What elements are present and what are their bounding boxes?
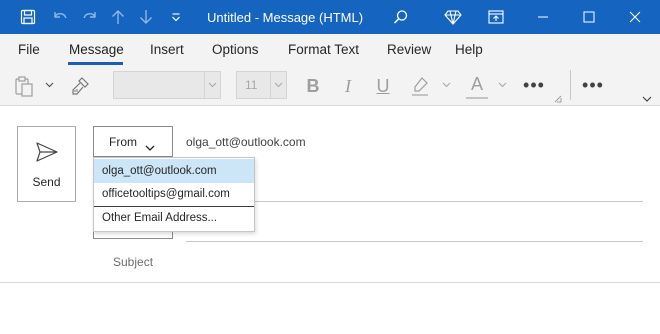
font-name-combo[interactable] [113, 71, 221, 99]
chevron-down-icon [145, 139, 155, 157]
more-commands-button[interactable]: ••• [519, 74, 549, 96]
cc-field-underline [186, 241, 643, 242]
send-button[interactable]: Send [17, 126, 76, 202]
search-icon[interactable] [389, 0, 413, 34]
from-dropdown-menu: olga_ott@outlook.com officetooltips@gmai… [93, 157, 255, 232]
font-color-chevron-icon[interactable] [496, 79, 508, 91]
ribbon: 11 B I U A ••• ••• [0, 66, 660, 106]
restore-window-icon[interactable] [484, 0, 508, 34]
subject-underline [0, 282, 660, 283]
tab-message[interactable]: Message [69, 42, 124, 57]
dropdown-item-gmail[interactable]: officetooltips@gmail.com [94, 182, 254, 206]
dialog-launcher-icon[interactable] [553, 94, 563, 104]
subject-label: Subject [113, 255, 154, 269]
ribbon-separator [570, 70, 571, 100]
dropdown-item-outlook[interactable]: olga_ott@outlook.com [94, 159, 254, 183]
from-address: olga_ott@outlook.com [186, 135, 306, 149]
premium-diamond-icon[interactable] [441, 0, 465, 34]
maximize-icon[interactable] [569, 0, 609, 34]
font-size-value: 11 [245, 78, 258, 92]
from-label: From [109, 135, 137, 149]
arrow-up-icon[interactable] [106, 0, 130, 34]
tab-options[interactable]: Options [212, 42, 259, 57]
from-button[interactable]: From [93, 126, 173, 157]
arrow-down-icon[interactable] [134, 0, 158, 34]
tab-review[interactable]: Review [387, 42, 431, 57]
dropdown-item-other-address[interactable]: Other Email Address... [94, 206, 254, 230]
tab-help[interactable]: Help [455, 42, 483, 57]
paste-icon[interactable] [12, 74, 36, 98]
highlight-chevron-icon[interactable] [440, 79, 452, 91]
customize-qat-icon[interactable] [166, 0, 186, 34]
ribbon-overflow-button[interactable]: ••• [578, 74, 608, 96]
font-size-combo[interactable]: 11 [236, 71, 287, 99]
tab-file[interactable]: File [18, 42, 40, 57]
active-tab-indicator [68, 62, 123, 65]
tab-format-text[interactable]: Format Text [288, 42, 359, 57]
chevron-down-icon[interactable] [270, 72, 286, 98]
font-color-bar [466, 97, 488, 99]
tab-insert[interactable]: Insert [150, 42, 184, 57]
title-bar: Untitled - Message (HTML) [0, 0, 660, 34]
paste-dropdown-chevron-icon[interactable] [42, 78, 56, 92]
undo-icon[interactable] [46, 0, 74, 34]
font-color-button[interactable]: A [465, 73, 489, 95]
format-painter-icon[interactable] [68, 74, 92, 98]
highlight-icon[interactable] [408, 74, 432, 98]
bold-button[interactable]: B [302, 75, 324, 97]
redo-icon[interactable] [76, 0, 104, 34]
chevron-down-icon[interactable] [204, 72, 220, 98]
send-label: Send [32, 175, 61, 189]
underline-button[interactable]: U [372, 75, 394, 97]
collapse-ribbon-chevron-icon[interactable] [640, 93, 654, 105]
send-icon [35, 141, 59, 168]
minimize-icon[interactable] [523, 0, 563, 34]
save-icon[interactable] [14, 0, 42, 34]
close-icon[interactable] [615, 0, 655, 34]
window-title: Untitled - Message (HTML) [207, 10, 364, 25]
italic-button[interactable]: I [337, 75, 359, 97]
menu-bar: File Message Insert Options Format Text … [0, 34, 660, 66]
